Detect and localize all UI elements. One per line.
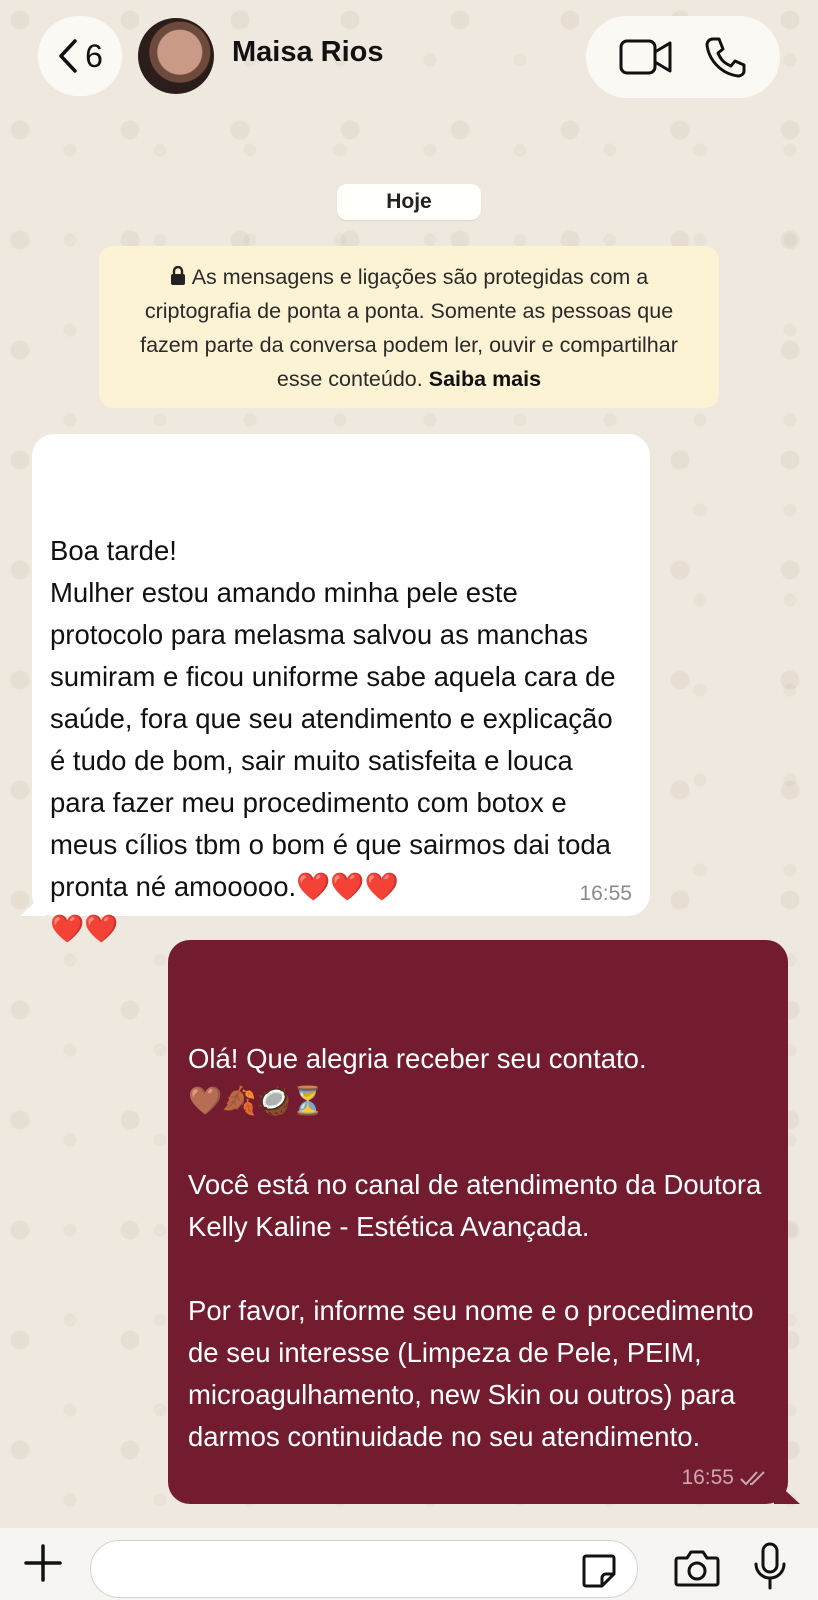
back-button[interactable]: 6 (38, 16, 122, 96)
message-text: Boa tarde! Mulher estou amando minha pel… (50, 535, 616, 944)
contact-name[interactable]: Maisa Rios (232, 36, 384, 69)
chevron-left-icon (59, 39, 77, 73)
double-check-icon (740, 1471, 765, 1486)
chat-header: 6 Maisa Rios (0, 0, 818, 115)
unread-count: 6 (85, 37, 103, 74)
incoming-message[interactable]: Boa tarde! Mulher estou amando minha pel… (32, 434, 650, 944)
message-text: Olá! Que alegria receber seu contato. 🤎🍂… (188, 1043, 762, 1452)
sticker-icon[interactable] (580, 1552, 618, 1590)
video-call-icon[interactable] (619, 38, 673, 76)
composer-bar (0, 1528, 818, 1600)
camera-icon[interactable] (674, 1548, 720, 1588)
message-time: 16:55 (681, 1466, 734, 1489)
encryption-notice-text: As mensagens e ligações são protegidas c… (140, 265, 678, 391)
microphone-icon[interactable] (752, 1542, 788, 1590)
message-input[interactable] (90, 1540, 638, 1598)
call-actions (586, 16, 780, 98)
message-time: 16:55 (579, 882, 632, 905)
phone-icon[interactable] (703, 35, 747, 79)
encryption-notice[interactable]: As mensagens e ligações são protegidas c… (99, 246, 719, 408)
avatar[interactable] (138, 18, 214, 94)
lock-icon (170, 266, 185, 285)
message-meta: 16:55 (681, 1466, 770, 1490)
outgoing-message[interactable]: Olá! Que alegria receber seu contato. 🤎🍂… (168, 940, 788, 1504)
plus-icon[interactable] (22, 1542, 64, 1584)
learn-more-link[interactable]: Saiba mais (429, 367, 541, 391)
date-separator: Hoje (337, 184, 481, 220)
